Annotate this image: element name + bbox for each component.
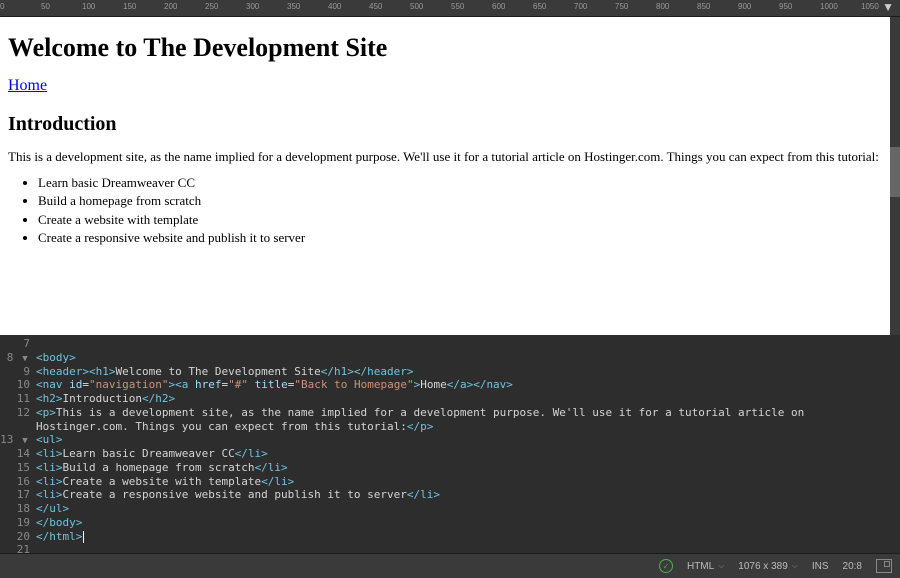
list-item: Learn basic Dreamweaver CC	[38, 174, 892, 192]
section-heading: Introduction	[8, 113, 892, 136]
ruler-marker-icon: ▼	[882, 1, 894, 13]
intro-paragraph: This is a development site, as the name …	[8, 148, 892, 166]
code-editor[interactable]: 78 ▼910111213 ▼1415161718192021 <body><h…	[0, 335, 900, 553]
chevron-down-icon: ⌵	[792, 561, 798, 571]
code-lines[interactable]: <body><header><h1>Welcome to The Develop…	[36, 335, 900, 553]
language-label: HTML	[687, 561, 714, 572]
list-item: Create a website with template	[38, 211, 892, 229]
intro-list: Learn basic Dreamweaver CCBuild a homepa…	[8, 174, 892, 247]
preview-pane: Welcome to The Development Site Home Int…	[0, 17, 900, 335]
page-title: Welcome to The Development Site	[8, 33, 892, 63]
insert-mode-label: INS	[812, 561, 829, 572]
app-window: 0501001502002503003504004505005506006507…	[0, 0, 900, 578]
ruler: 0501001502002503003504004505005506006507…	[0, 0, 900, 17]
nav-home-link[interactable]: Home	[8, 77, 47, 94]
preview-scrollbar[interactable]	[890, 17, 900, 335]
status-bar: ✓ HTML ⌵ 1076 x 389 ⌵ INS 20:8	[0, 553, 900, 578]
viewport-size-label: 1076 x 389	[738, 561, 788, 572]
preview-scrollbar-thumb[interactable]	[890, 147, 900, 197]
language-selector[interactable]: HTML ⌵	[687, 561, 724, 572]
status-ok-icon: ✓	[659, 559, 673, 573]
viewport-size-selector[interactable]: 1076 x 389 ⌵	[738, 561, 798, 572]
cursor-position-label: 20:8	[843, 561, 862, 572]
list-item: Build a homepage from scratch	[38, 192, 892, 210]
chevron-down-icon: ⌵	[718, 561, 724, 571]
list-item: Create a responsive website and publish …	[38, 229, 892, 247]
line-gutter: 78 ▼910111213 ▼1415161718192021	[0, 335, 34, 553]
layout-icon[interactable]	[876, 559, 892, 573]
